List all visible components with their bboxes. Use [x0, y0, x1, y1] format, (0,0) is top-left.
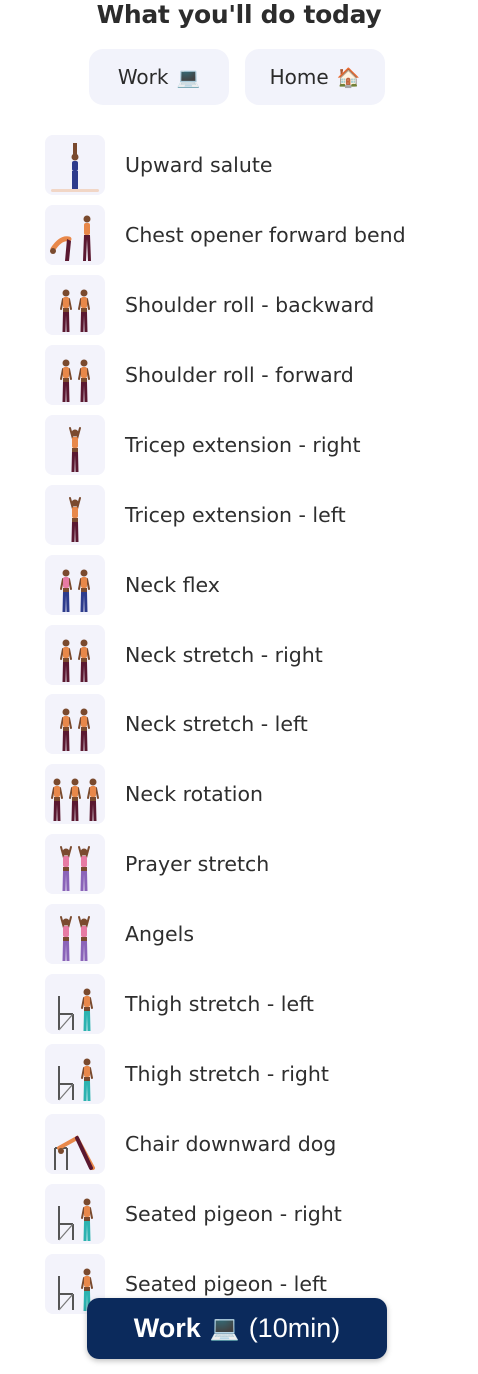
exercise-name: Shoulder roll - forward: [125, 363, 354, 387]
tricep-extension-left-figure-icon: [45, 485, 105, 545]
angels-figure-icon: [45, 904, 105, 964]
exercise-name: Thigh stretch - left: [125, 992, 314, 1016]
list-item[interactable]: Neck stretch - right: [45, 625, 478, 685]
exercise-name: Thigh stretch - right: [125, 1062, 329, 1086]
exercise-name: Neck rotation: [125, 782, 263, 806]
list-item[interactable]: Neck flex: [45, 555, 478, 615]
list-item[interactable]: Upward salute: [45, 135, 478, 195]
shoulder-roll-backward-figure-icon: [45, 275, 105, 335]
tab-work[interactable]: Work 💻: [89, 49, 229, 105]
exercise-name: Neck flex: [125, 573, 220, 597]
exercise-name: Seated pigeon - left: [125, 1272, 327, 1296]
neck-rotation-figure-icon: [45, 764, 105, 824]
list-item[interactable]: Tricep extension - left: [45, 485, 478, 545]
start-button-label: Work: [133, 1313, 201, 1343]
page-title: What you'll do today: [96, 0, 382, 29]
thigh-stretch-left-figure-icon: [45, 974, 105, 1034]
neck-stretch-right-figure-icon: [45, 625, 105, 685]
exercise-name: Tricep extension - left: [125, 503, 346, 527]
exercise-name: Upward salute: [125, 153, 273, 177]
list-item[interactable]: Prayer stretch: [45, 834, 478, 894]
exercise-name: Chest opener forward bend: [125, 223, 406, 247]
list-item[interactable]: Thigh stretch - left: [45, 974, 478, 1034]
laptop-icon: 💻: [176, 66, 201, 89]
list-item[interactable]: Neck rotation: [45, 764, 478, 824]
exercise-name: Seated pigeon - right: [125, 1202, 342, 1226]
list-item[interactable]: Tricep extension - right: [45, 415, 478, 475]
list-item[interactable]: Thigh stretch - right: [45, 1044, 478, 1104]
tab-work-label: Work: [117, 65, 169, 89]
house-icon: 🏠: [336, 66, 361, 89]
neck-flex-figure-icon: [45, 555, 105, 615]
workout-plan-screen: What you'll do today Work 💻 Home 🏠 Upwar…: [0, 0, 478, 1374]
thigh-stretch-right-figure-icon: [45, 1044, 105, 1104]
laptop-icon: 💻: [209, 1315, 240, 1342]
neck-stretch-left-figure-icon: [45, 694, 105, 754]
list-item[interactable]: Shoulder roll - backward: [45, 275, 478, 335]
exercise-name: Tricep extension - right: [125, 433, 361, 457]
routine-tabs: Work 💻 Home 🏠: [89, 49, 385, 105]
chair-downward-dog-figure-icon: [45, 1114, 105, 1174]
list-item[interactable]: Seated pigeon - right: [45, 1184, 478, 1244]
tricep-extension-right-figure-icon: [45, 415, 105, 475]
seated-pigeon-right-figure-icon: [45, 1184, 105, 1244]
list-item[interactable]: Chair downward dog: [45, 1114, 478, 1174]
exercise-name: Neck stretch - right: [125, 643, 323, 667]
list-item[interactable]: Chest opener forward bend: [45, 205, 478, 265]
tab-home[interactable]: Home 🏠: [245, 49, 385, 105]
list-item[interactable]: Shoulder roll - forward: [45, 345, 478, 405]
exercise-name: Chair downward dog: [125, 1132, 337, 1156]
tab-home-label: Home: [269, 65, 329, 89]
start-button-duration: (10min): [248, 1313, 341, 1343]
exercise-name: Angels: [125, 922, 195, 946]
prayer-stretch-figure-icon: [45, 834, 105, 894]
exercise-name: Shoulder roll - backward: [125, 293, 375, 317]
start-workout-button[interactable]: Work 💻 (10min): [87, 1298, 387, 1359]
list-item[interactable]: Angels: [45, 904, 478, 964]
list-item[interactable]: Neck stretch - left: [45, 694, 478, 754]
exercise-name: Prayer stretch: [125, 852, 270, 876]
exercise-name: Neck stretch - left: [125, 712, 308, 736]
shoulder-roll-forward-figure-icon: [45, 345, 105, 405]
upward-salute-figure-icon: [45, 135, 105, 195]
chest-opener-figure-icon: [45, 205, 105, 265]
